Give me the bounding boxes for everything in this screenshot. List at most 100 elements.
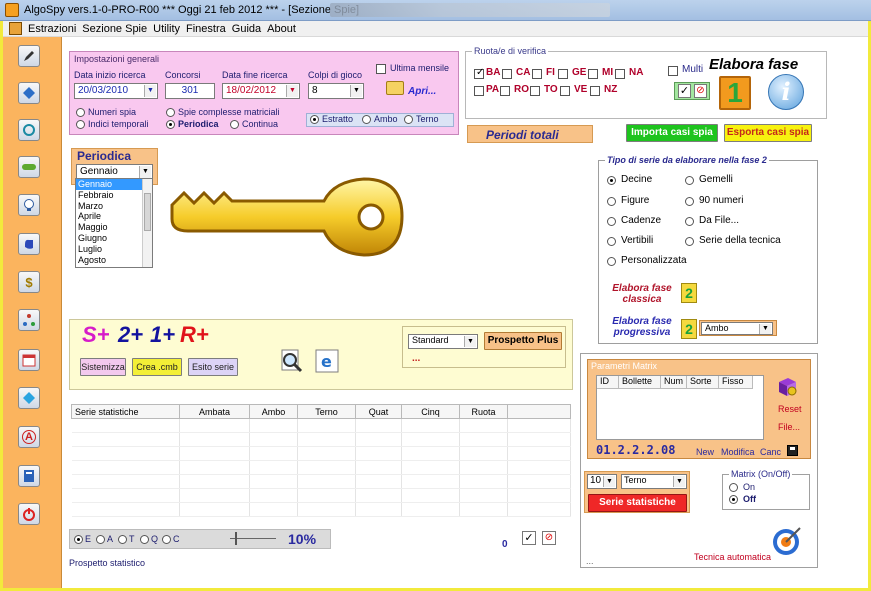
browser-icon[interactable]: e <box>315 349 339 373</box>
sorte-filter-radio[interactable] <box>162 535 171 544</box>
book-icon[interactable] <box>18 465 40 487</box>
matrix-file-link[interactable]: File... <box>778 422 800 432</box>
spie-complesse-radio[interactable] <box>166 108 175 117</box>
ruota-to-checkbox[interactable] <box>530 86 540 96</box>
pill-icon[interactable] <box>18 156 40 178</box>
folder-icon[interactable] <box>386 81 404 95</box>
col-cinq[interactable]: Cinq <box>401 404 460 419</box>
apri-link[interactable]: Apri... <box>408 86 436 97</box>
matrix-modifica-link[interactable]: Modifica <box>721 447 755 457</box>
month-option[interactable]: Maggio <box>76 222 142 233</box>
data-fine-field[interactable]: 18/02/2012 ▼ <box>222 83 300 99</box>
sistemizza-button[interactable]: Sistemizza <box>80 358 126 376</box>
ruota-fi-checkbox[interactable] <box>532 69 542 79</box>
terno-radio[interactable] <box>404 115 413 124</box>
document-menu-icon[interactable] <box>9 22 22 35</box>
menu-estrazioni[interactable]: Estrazioni <box>28 23 82 35</box>
table-row[interactable] <box>71 488 571 503</box>
matrix-canc-link[interactable]: Canc <box>760 447 781 457</box>
multi-checkbox[interactable] <box>668 66 678 76</box>
ambo-radio[interactable] <box>362 115 371 124</box>
matrix-col-num[interactable]: Num <box>661 376 687 389</box>
month-option[interactable]: Marzo <box>76 201 142 212</box>
percentage-slider[interactable] <box>230 531 278 547</box>
col-serie-statistiche[interactable]: Serie statistiche <box>71 404 180 419</box>
ruota-na-checkbox[interactable] <box>615 69 625 79</box>
indici-temporali-radio[interactable] <box>76 120 85 129</box>
target-icon[interactable] <box>770 526 802 558</box>
matrix-col-fisso[interactable]: Fisso <box>719 376 753 389</box>
importa-casi-spia-button[interactable]: Importa casi spia <box>626 124 718 142</box>
vertibili-radio[interactable] <box>607 237 616 246</box>
serie-tecnica-radio[interactable] <box>685 237 694 246</box>
month-option[interactable]: Gennaio <box>76 179 142 190</box>
ruota-ge-checkbox[interactable] <box>558 69 568 79</box>
matrix-reset-link[interactable]: Reset <box>778 404 802 414</box>
month-option[interactable]: Febbraio <box>76 190 142 201</box>
progressiva-sorte-select[interactable]: Ambo ▼ <box>701 322 773 335</box>
calendar-icon[interactable] <box>18 349 40 371</box>
da-file-radio[interactable] <box>685 217 694 226</box>
select-all-wheels-button[interactable]: ✓ ⊘ <box>674 82 710 100</box>
concorsi-field[interactable]: 301 <box>165 83 215 99</box>
menu-guida[interactable]: Guida <box>232 23 267 35</box>
table-row[interactable] <box>71 432 571 447</box>
col-ambata[interactable]: Ambata <box>179 404 250 419</box>
esito-serie-button[interactable]: Esito serie <box>188 358 238 376</box>
numeri-spia-radio[interactable] <box>76 108 85 117</box>
pencil-icon[interactable] <box>18 45 40 67</box>
decine-radio[interactable] <box>607 176 616 185</box>
serie-sorte-select[interactable]: Terno ▼ <box>621 474 687 489</box>
ruota-ca-checkbox[interactable] <box>502 69 512 79</box>
estratto-radio[interactable] <box>310 115 319 124</box>
elabora-classica-button[interactable]: 2 <box>681 283 697 303</box>
col-quat[interactable]: Quat <box>355 404 402 419</box>
periodica-radio[interactable] <box>166 120 175 129</box>
menu-finestra[interactable]: Finestra <box>186 23 232 35</box>
month-option[interactable]: Luglio <box>76 244 142 255</box>
refresh-icon[interactable] <box>18 119 40 141</box>
hand-icon[interactable] <box>18 233 40 255</box>
esporta-casi-spia-button[interactable]: Esporta casi spia <box>724 124 812 142</box>
matrix-col-sorte[interactable]: Sorte <box>687 376 719 389</box>
elabora-fase-1-button[interactable]: 1 <box>719 76 751 110</box>
serie-count-select[interactable]: 10 ▼ <box>587 474 617 489</box>
data-inizio-field[interactable]: 20/03/2010 ▼ <box>74 83 158 99</box>
ruota-ve-checkbox[interactable] <box>560 86 570 96</box>
table-row[interactable] <box>71 460 571 475</box>
prospetto-plus-button[interactable]: Prospetto Plus <box>484 332 562 350</box>
matrix-book-icon[interactable] <box>776 376 798 398</box>
personalizzata-radio[interactable] <box>607 257 616 266</box>
standard-select[interactable]: Standard ▼ <box>408 334 478 349</box>
letter-a-icon[interactable]: A <box>18 426 40 448</box>
cadenze-radio[interactable] <box>607 217 616 226</box>
90-numeri-radio[interactable] <box>685 197 694 206</box>
ruota-nz-checkbox[interactable] <box>590 86 600 96</box>
network-icon[interactable] <box>18 309 40 331</box>
dropdown-scroll-thumb[interactable] <box>144 193 151 231</box>
power-icon[interactable] <box>18 503 40 525</box>
lightbulb-icon[interactable] <box>18 194 40 216</box>
month-option[interactable]: Agosto <box>76 255 142 266</box>
matrix-on-radio[interactable] <box>729 483 738 492</box>
dropdown-scrollbar[interactable] <box>142 179 152 267</box>
sorte-filter-radio[interactable] <box>74 535 83 544</box>
table-row[interactable] <box>71 474 571 489</box>
figure-radio[interactable] <box>607 197 616 206</box>
col-ambo[interactable]: Ambo <box>249 404 298 419</box>
colpi-field[interactable]: 8 ▼ <box>308 83 364 99</box>
ruota-pa-checkbox[interactable] <box>474 86 484 96</box>
elabora-progressiva-button[interactable]: 2 <box>681 319 697 339</box>
ultima-mensile-checkbox[interactable] <box>376 64 386 74</box>
info-icon[interactable]: i <box>768 74 804 110</box>
table-row[interactable] <box>71 446 571 461</box>
sorte-filter-radio[interactable] <box>140 535 149 544</box>
col-ruota[interactable]: Ruota <box>459 404 508 419</box>
sorte-filter-radio[interactable] <box>118 535 127 544</box>
matrix-col-bollette[interactable]: Bollette <box>619 376 661 389</box>
month-option[interactable]: Giugno <box>76 233 142 244</box>
menu-about[interactable]: About <box>267 23 302 35</box>
ruota-mi-checkbox[interactable] <box>588 69 598 79</box>
menu-sezione-spie[interactable]: Sezione Spie <box>82 23 153 35</box>
save-icon[interactable] <box>787 445 798 456</box>
